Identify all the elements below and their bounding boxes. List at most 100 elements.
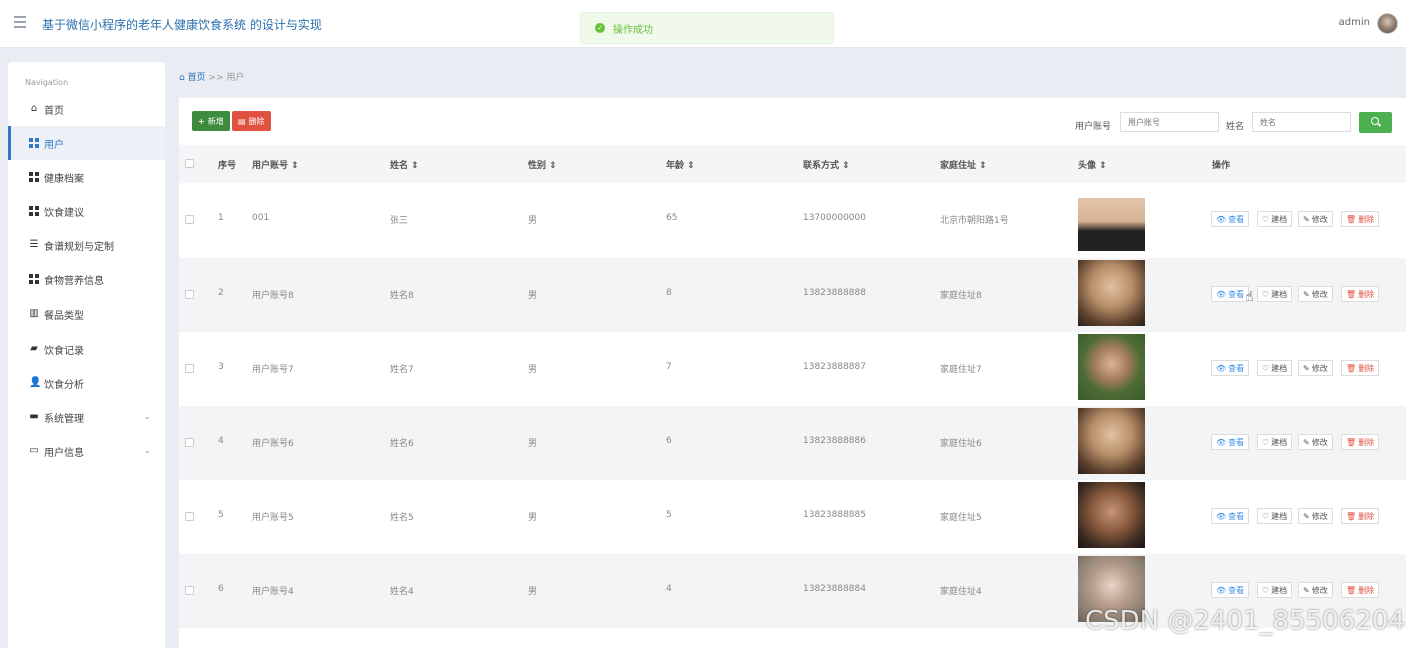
- account-search-input[interactable]: [1120, 112, 1219, 132]
- menu-toggle-icon[interactable]: [10, 16, 26, 30]
- edit-button[interactable]: ✎ 修改: [1298, 360, 1333, 376]
- row-checkbox[interactable]: [185, 438, 194, 447]
- row-checkbox[interactable]: [185, 215, 194, 224]
- suggest-button[interactable]: ♡ 建档: [1257, 582, 1293, 598]
- column-header-sortable[interactable]: 姓名 ⇕: [390, 158, 419, 171]
- column-header-label: 联系方式: [803, 161, 840, 171]
- table-row: 3 用户账号7 姓名7 男 7 13823888887 家庭住址7 👁 查看 ♡ 建档 ✎ 修改 🗑 删除: [179, 332, 1406, 406]
- remove-button[interactable]: 🗑 删除: [1341, 582, 1380, 598]
- cell-gender: 男: [528, 216, 538, 226]
- cell-phone: 13823888884: [803, 584, 866, 594]
- view-button-label: 查看: [1228, 214, 1245, 224]
- table-row: 2 用户账号8 姓名8 男 8 13823888888 家庭住址8 👁 查看 ♡ 建档 ✎ 修改 🗑 删除: [179, 258, 1406, 332]
- suggest-button[interactable]: ♡ 建档: [1257, 211, 1293, 227]
- cell-age: 65: [666, 213, 678, 223]
- search-icon: [1371, 117, 1379, 125]
- avatar-photo[interactable]: [1078, 334, 1145, 400]
- view-button[interactable]: 👁 查看: [1211, 211, 1250, 227]
- remove-button[interactable]: 🗑 删除: [1341, 211, 1380, 227]
- suggest-button[interactable]: ♡ 建档: [1257, 360, 1293, 376]
- heart-icon: ♡: [1262, 214, 1270, 224]
- cell-account: 用户账号5: [252, 513, 294, 523]
- cell-phone: 13700000000: [803, 213, 866, 223]
- suggest-button[interactable]: ♡ 建档: [1257, 508, 1293, 524]
- remove-button[interactable]: 🗑 删除: [1341, 434, 1380, 450]
- list-icon: ☰: [29, 239, 39, 250]
- name-search-input[interactable]: [1252, 112, 1351, 132]
- column-header-sortable[interactable]: 头像 ⇕: [1078, 158, 1107, 171]
- avatar-photo[interactable]: [1078, 185, 1145, 251]
- app-title: 基于微信小程序的老年人健康饮食系统 的设计与实现: [42, 18, 322, 32]
- edit-button[interactable]: ✎ 修改: [1298, 582, 1333, 598]
- sidebar-item-home[interactable]: ⌂ 首页: [8, 92, 165, 126]
- suggest-button[interactable]: ♡ 建档: [1257, 434, 1293, 450]
- trash-icon: 🗑: [1346, 511, 1357, 521]
- search-button[interactable]: [1359, 112, 1392, 133]
- column-header-sortable[interactable]: 联系方式 ⇕: [803, 158, 850, 171]
- breadcrumb-home[interactable]: 首页: [188, 73, 206, 83]
- row-checkbox[interactable]: [185, 512, 194, 521]
- row-checkbox[interactable]: [185, 290, 194, 299]
- avatar-photo[interactable]: [1078, 482, 1145, 548]
- delete-button[interactable]: ▤ 删除: [232, 111, 271, 131]
- eye-icon: 👁: [1216, 363, 1227, 373]
- sidebar-item-label: 食物营养信息: [44, 275, 104, 287]
- sidebar-item-food-nutrition[interactable]: 食物营养信息: [8, 262, 165, 296]
- remove-button[interactable]: 🗑 删除: [1341, 508, 1380, 524]
- cell-account: 用户账号7: [252, 365, 294, 375]
- sidebar-item-users[interactable]: 用户: [8, 126, 165, 160]
- monitor-icon: ▬: [29, 411, 39, 422]
- edit-button[interactable]: ✎ 修改: [1298, 211, 1333, 227]
- view-button-label: 查看: [1228, 363, 1245, 373]
- sidebar-item-system-management[interactable]: ▬ 系统管理 ⌄: [8, 400, 165, 434]
- column-header-sortable[interactable]: 用户账号 ⇕: [252, 158, 299, 171]
- avatar-photo[interactable]: [1078, 260, 1145, 326]
- view-button[interactable]: 👁 查看: [1211, 508, 1250, 524]
- remove-button[interactable]: 🗑 删除: [1341, 286, 1380, 302]
- column-header-sortable[interactable]: 家庭住址 ⇕: [940, 158, 987, 171]
- edit-button-label: 修改: [1311, 289, 1328, 299]
- row-checkbox[interactable]: [185, 364, 194, 373]
- sidebar-item-diet-analysis[interactable]: 👤 饮食分析: [8, 366, 165, 400]
- column-header-sortable[interactable]: 性别 ⇕: [528, 158, 557, 171]
- edit-button[interactable]: ✎ 修改: [1298, 508, 1333, 524]
- column-header-sortable[interactable]: 年龄 ⇕: [666, 158, 695, 171]
- home-icon[interactable]: ⌂: [179, 73, 185, 83]
- sort-icon: ⇕: [979, 161, 987, 171]
- sidebar-item-user-info[interactable]: ▭ 用户信息 ⌄: [8, 434, 165, 468]
- grid-icon: [29, 206, 39, 216]
- sidebar-item-label: 系统管理: [44, 413, 84, 425]
- cell-gender: 男: [528, 365, 538, 375]
- sidebar-item-diet-advice[interactable]: 饮食建议: [8, 194, 165, 228]
- edit-icon: ✎: [1303, 585, 1310, 595]
- sidebar-item-meal-types[interactable]: ▥ 餐品类型: [8, 297, 165, 331]
- avatar[interactable]: [1377, 13, 1398, 34]
- cell-gender: 男: [528, 513, 538, 523]
- sidebar-item-label: 用户: [44, 139, 64, 151]
- cell-address: 家庭住址5: [940, 513, 982, 523]
- column-header-label: 头像: [1078, 161, 1097, 171]
- sidebar-item-recipe-planning[interactable]: ☰ 食谱规划与定制: [8, 228, 165, 262]
- row-checkbox[interactable]: [185, 586, 194, 595]
- breadcrumb-current: 用户: [226, 73, 245, 83]
- sort-icon: ⇕: [411, 161, 419, 171]
- select-all-checkbox[interactable]: [185, 159, 194, 168]
- suggest-button[interactable]: ♡ 建档: [1257, 286, 1293, 302]
- user-name[interactable]: admin: [1339, 17, 1370, 28]
- edit-button[interactable]: ✎ 修改: [1298, 434, 1333, 450]
- add-button[interactable]: + 新增: [192, 111, 230, 131]
- view-button-label: 查看: [1228, 437, 1245, 447]
- avatar-photo[interactable]: [1078, 408, 1145, 474]
- remove-button[interactable]: 🗑 删除: [1341, 360, 1380, 376]
- sidebar-item-health-records[interactable]: 健康档案: [8, 160, 165, 194]
- edit-icon: ✎: [1303, 437, 1310, 447]
- sidebar-item-diet-records[interactable]: ▰ 饮食记录: [8, 332, 165, 366]
- view-button[interactable]: 👁 查看: [1211, 582, 1250, 598]
- view-button[interactable]: 👁 查看: [1211, 434, 1250, 450]
- edit-button[interactable]: ✎ 修改: [1298, 286, 1333, 302]
- home-icon: ⌂: [30, 103, 38, 114]
- view-button[interactable]: 👁 查看: [1211, 360, 1250, 376]
- view-button[interactable]: 👁 查看: [1211, 286, 1250, 302]
- trash-icon: 🗑: [1346, 214, 1357, 224]
- column-header-label: 年龄: [666, 161, 685, 171]
